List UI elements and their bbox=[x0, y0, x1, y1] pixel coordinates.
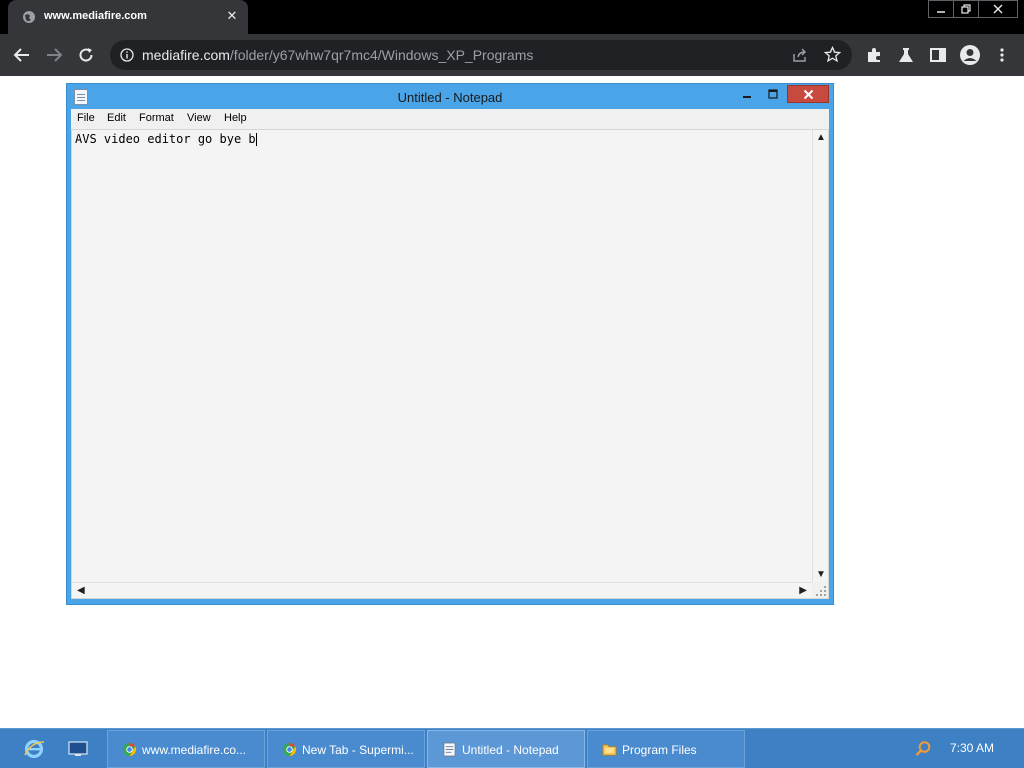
scroll-down-icon[interactable]: ▼ bbox=[816, 569, 826, 580]
address-bar[interactable]: mediafire.com/folder/y67whw7qr7mc4/Windo… bbox=[110, 40, 852, 70]
tab-close-icon[interactable]: ✕ bbox=[224, 8, 240, 24]
search-icon bbox=[915, 741, 931, 756]
tray-search-button[interactable] bbox=[912, 735, 934, 763]
back-button[interactable] bbox=[12, 45, 32, 65]
scroll-left-icon[interactable]: ◀ bbox=[77, 585, 85, 596]
menu-edit[interactable]: Edit bbox=[107, 112, 126, 124]
extensions-icon bbox=[868, 48, 880, 62]
close-icon bbox=[993, 4, 1003, 14]
back-icon bbox=[13, 48, 29, 62]
scroll-up-icon[interactable]: ▲ bbox=[816, 132, 826, 143]
task-label: www.mediafire.co... bbox=[142, 743, 247, 757]
url-domain: mediafire.com bbox=[142, 47, 230, 63]
close-icon bbox=[803, 89, 813, 99]
window-minimize-button[interactable] bbox=[928, 0, 954, 18]
minimize-icon bbox=[937, 11, 945, 13]
notepad-icon bbox=[443, 742, 456, 757]
sidepanel-icon bbox=[930, 48, 946, 62]
globe-icon bbox=[23, 11, 35, 23]
window-restore-button[interactable] bbox=[953, 0, 979, 18]
sidepanel-button[interactable] bbox=[928, 45, 948, 65]
taskbar-task-new-tab[interactable]: New Tab - Supermi... bbox=[267, 730, 425, 768]
taskbar-ie-button[interactable] bbox=[20, 735, 48, 763]
vertical-scrollbar[interactable]: ▲ ▼ bbox=[812, 130, 828, 582]
minimize-icon bbox=[743, 96, 751, 98]
notepad-content: AVS video editor go bye b bbox=[75, 132, 256, 146]
menu-button[interactable] bbox=[992, 45, 1012, 65]
browser-tab[interactable]: www.mediafire.com ✕ bbox=[8, 0, 248, 34]
horizontal-scrollbar[interactable]: ◀ ▶ bbox=[72, 582, 812, 598]
notepad-maximize-button[interactable] bbox=[763, 85, 783, 103]
share-icon[interactable] bbox=[792, 47, 808, 63]
task-label: Program Files bbox=[622, 743, 697, 757]
address-url: mediafire.com/folder/y67whw7qr7mc4/Windo… bbox=[142, 47, 533, 63]
text-caret bbox=[255, 133, 257, 146]
ie-icon bbox=[24, 739, 45, 759]
menu-view[interactable]: View bbox=[187, 112, 211, 124]
tab-title: www.mediafire.com bbox=[44, 10, 147, 22]
notepad-text[interactable]: AVS video editor go bye b bbox=[75, 132, 257, 146]
folder-icon bbox=[602, 744, 617, 756]
url-path: /folder/y67whw7qr7mc4/Windows_XP_Program… bbox=[229, 47, 534, 63]
notepad-minimize-button[interactable] bbox=[737, 85, 757, 103]
notepad-menubar: File Edit Format View Help bbox=[71, 109, 829, 129]
menu-help[interactable]: Help bbox=[224, 112, 247, 124]
reload-button[interactable] bbox=[76, 45, 96, 65]
notepad-text-area[interactable]: AVS video editor go bye b ▲ ▼ ◀ ▶ bbox=[71, 129, 829, 599]
info-icon[interactable] bbox=[120, 48, 134, 62]
scroll-right-icon[interactable]: ▶ bbox=[799, 585, 807, 596]
notepad-title: Untitled - Notepad bbox=[397, 90, 503, 105]
restore-icon bbox=[961, 4, 971, 14]
window-close-button[interactable] bbox=[978, 0, 1018, 18]
taskbar-task-program-files[interactable]: Program Files bbox=[587, 730, 745, 768]
star-icon[interactable] bbox=[824, 46, 841, 63]
notepad-close-button[interactable] bbox=[787, 85, 829, 103]
taskbar-task-notepad[interactable]: Untitled - Notepad bbox=[427, 730, 585, 768]
profile-button[interactable] bbox=[958, 43, 982, 67]
menu-icon bbox=[1000, 48, 1004, 62]
labs-button[interactable] bbox=[896, 45, 916, 65]
taskbar: www.mediafire.co... New Tab - Supermi...… bbox=[0, 728, 1024, 768]
menu-format[interactable]: Format bbox=[139, 112, 174, 124]
forward-button[interactable] bbox=[44, 45, 64, 65]
menu-file[interactable]: File bbox=[77, 112, 95, 124]
task-label: New Tab - Supermi... bbox=[302, 743, 414, 757]
show-desktop-icon bbox=[68, 741, 88, 756]
browser-toolbar: mediafire.com/folder/y67whw7qr7mc4/Windo… bbox=[0, 34, 1024, 76]
resize-grip-icon[interactable] bbox=[812, 582, 828, 598]
browser-titlebar: www.mediafire.com ✕ bbox=[0, 0, 1024, 34]
taskbar-desktop-button[interactable] bbox=[64, 735, 92, 763]
labs-icon bbox=[899, 48, 913, 62]
notepad-window: Untitled - Notepad File Edit Format View… bbox=[66, 83, 834, 605]
profile-icon bbox=[960, 45, 980, 65]
chrome-icon bbox=[122, 742, 137, 757]
chrome-icon bbox=[282, 742, 297, 757]
notepad-titlebar[interactable]: Untitled - Notepad bbox=[67, 84, 833, 109]
task-label: Untitled - Notepad bbox=[462, 743, 559, 757]
reload-icon bbox=[79, 48, 93, 62]
taskbar-task-mediafire[interactable]: www.mediafire.co... bbox=[107, 730, 265, 768]
maximize-icon bbox=[768, 89, 778, 99]
forward-icon bbox=[47, 48, 63, 62]
extensions-button[interactable] bbox=[864, 45, 884, 65]
taskbar-clock[interactable]: 7:30 AM bbox=[950, 741, 994, 755]
